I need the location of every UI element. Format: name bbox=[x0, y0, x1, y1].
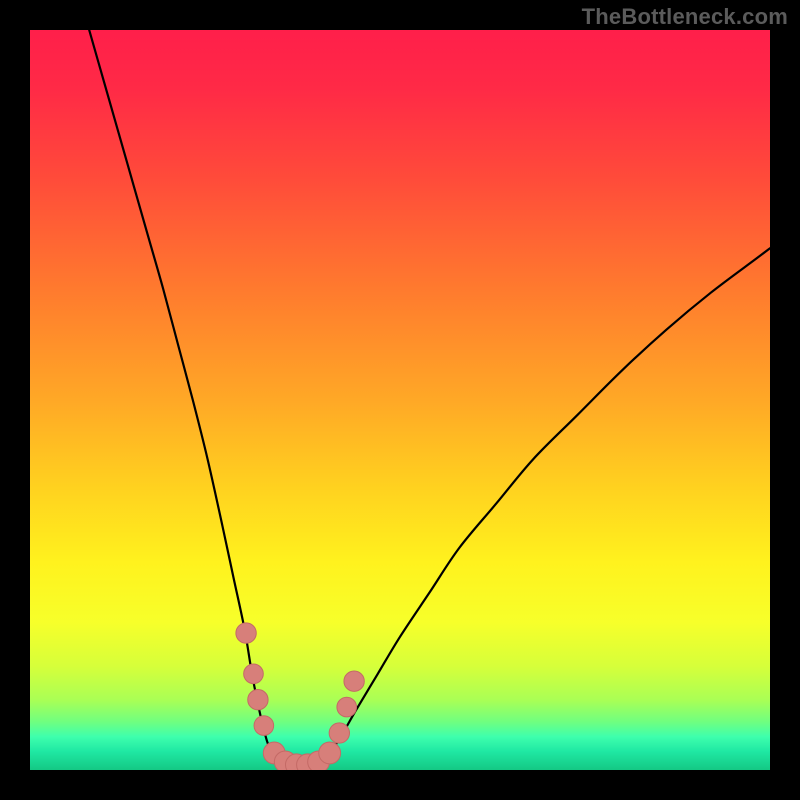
valley-marker bbox=[329, 723, 349, 743]
watermark-text: TheBottleneck.com bbox=[582, 4, 788, 30]
valley-marker bbox=[344, 671, 364, 691]
chart-frame: TheBottleneck.com bbox=[0, 0, 800, 800]
gradient-background bbox=[30, 30, 770, 770]
plot-area bbox=[30, 30, 770, 770]
valley-marker bbox=[254, 716, 274, 736]
valley-marker bbox=[319, 742, 341, 764]
valley-marker bbox=[248, 690, 268, 710]
bottleneck-chart bbox=[30, 30, 770, 770]
valley-marker bbox=[244, 664, 264, 684]
valley-marker bbox=[337, 697, 357, 717]
valley-marker bbox=[236, 623, 256, 643]
